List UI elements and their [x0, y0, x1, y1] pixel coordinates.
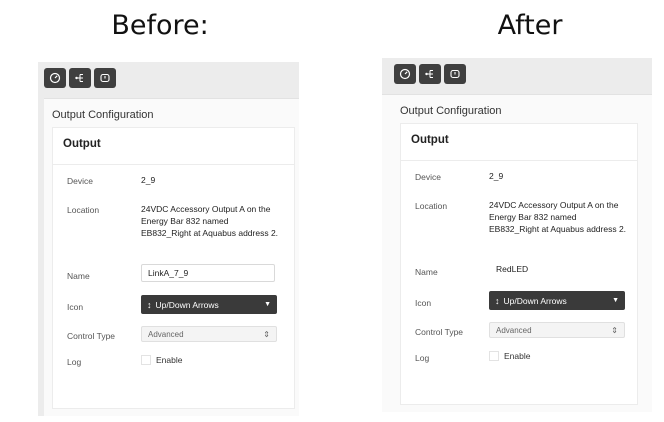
output-subhead: Output: [411, 134, 449, 146]
device-label: Device: [67, 176, 93, 186]
select-updown-icon: ⇕: [263, 329, 270, 339]
output-section: Output Device 2_9 Location 24VDC Accesso…: [52, 127, 295, 409]
gauge-icon: [49, 72, 61, 84]
divider: [401, 160, 637, 161]
icon-label: Icon: [67, 302, 84, 312]
log-label: Log: [67, 357, 82, 367]
output-subhead: Output: [63, 138, 101, 150]
control-type-label: Control Type: [67, 331, 116, 341]
network-tree-icon: [425, 70, 433, 78]
icon-select[interactable]: ↕ Up/Down Arrows ▼: [141, 295, 277, 314]
device-value: 2_9: [489, 171, 504, 181]
output-configuration-card: Output Configuration Output Device 2_9 L…: [44, 98, 299, 416]
device-value: 2_9: [141, 175, 156, 185]
before-heading: Before:: [111, 10, 209, 41]
location-value: 24VDC Accessory Output A on the Energy B…: [489, 200, 627, 234]
name-input[interactable]: [141, 264, 275, 282]
network-button[interactable]: [69, 68, 91, 88]
gauge-icon: [399, 68, 411, 80]
log-enable-toggle[interactable]: Enable: [489, 351, 530, 361]
log-checkbox[interactable]: [141, 355, 151, 365]
name-label: Name: [67, 271, 90, 281]
power-icon: [450, 69, 460, 79]
toolbar: [394, 64, 466, 86]
log-enable-label: Enable: [156, 355, 183, 365]
output-section: Output Device 2_9 Location 24VDC Accesso…: [400, 123, 638, 405]
control-type-label: Control Type: [415, 327, 464, 337]
after-panel: Output Configuration Output Device 2_9 L…: [382, 58, 652, 412]
location-value: 24VDC Accessory Output A on the Energy B…: [141, 204, 279, 238]
caret-down-icon: ▼: [612, 297, 619, 304]
network-tree-icon: [75, 74, 83, 82]
select-updown-icon: ⇕: [611, 325, 618, 335]
location-label: Location: [415, 201, 448, 211]
gauge-button[interactable]: [394, 64, 416, 84]
up-down-arrows-icon: ↕: [147, 299, 152, 310]
control-type-select[interactable]: Advanced ⇕: [141, 326, 277, 342]
icon-label: Icon: [415, 298, 432, 308]
icon-select[interactable]: ↕ Up/Down Arrows ▼: [489, 291, 625, 310]
log-checkbox[interactable]: [489, 351, 499, 361]
device-label: Device: [415, 172, 441, 182]
power-button[interactable]: [94, 68, 116, 88]
toolbar: [44, 68, 116, 90]
control-type-select[interactable]: Advanced ⇕: [489, 322, 625, 338]
power-icon: [100, 73, 110, 83]
control-type-value: Advanced: [148, 329, 184, 339]
location-label: Location: [67, 205, 100, 215]
divider: [53, 164, 294, 165]
caret-down-icon: ▼: [264, 301, 271, 308]
section-title: Output Configuration: [400, 105, 502, 117]
icon-select-value: Up/Down Arrows: [503, 295, 567, 306]
log-enable-label: Enable: [504, 351, 531, 361]
icon-select-value: Up/Down Arrows: [155, 299, 219, 310]
output-configuration-card: Output Configuration Output Device 2_9 L…: [382, 94, 652, 412]
after-heading: After: [497, 10, 563, 41]
before-panel: Output Configuration Output Device 2_9 L…: [38, 62, 299, 416]
network-button[interactable]: [419, 64, 441, 84]
up-down-arrows-icon: ↕: [495, 295, 500, 306]
name-label: Name: [415, 267, 438, 277]
log-label: Log: [415, 353, 430, 363]
section-title: Output Configuration: [52, 109, 154, 121]
name-input[interactable]: [489, 260, 623, 278]
power-button[interactable]: [444, 64, 466, 84]
gauge-button[interactable]: [44, 68, 66, 88]
control-type-value: Advanced: [496, 325, 532, 335]
log-enable-toggle[interactable]: Enable: [141, 355, 182, 365]
